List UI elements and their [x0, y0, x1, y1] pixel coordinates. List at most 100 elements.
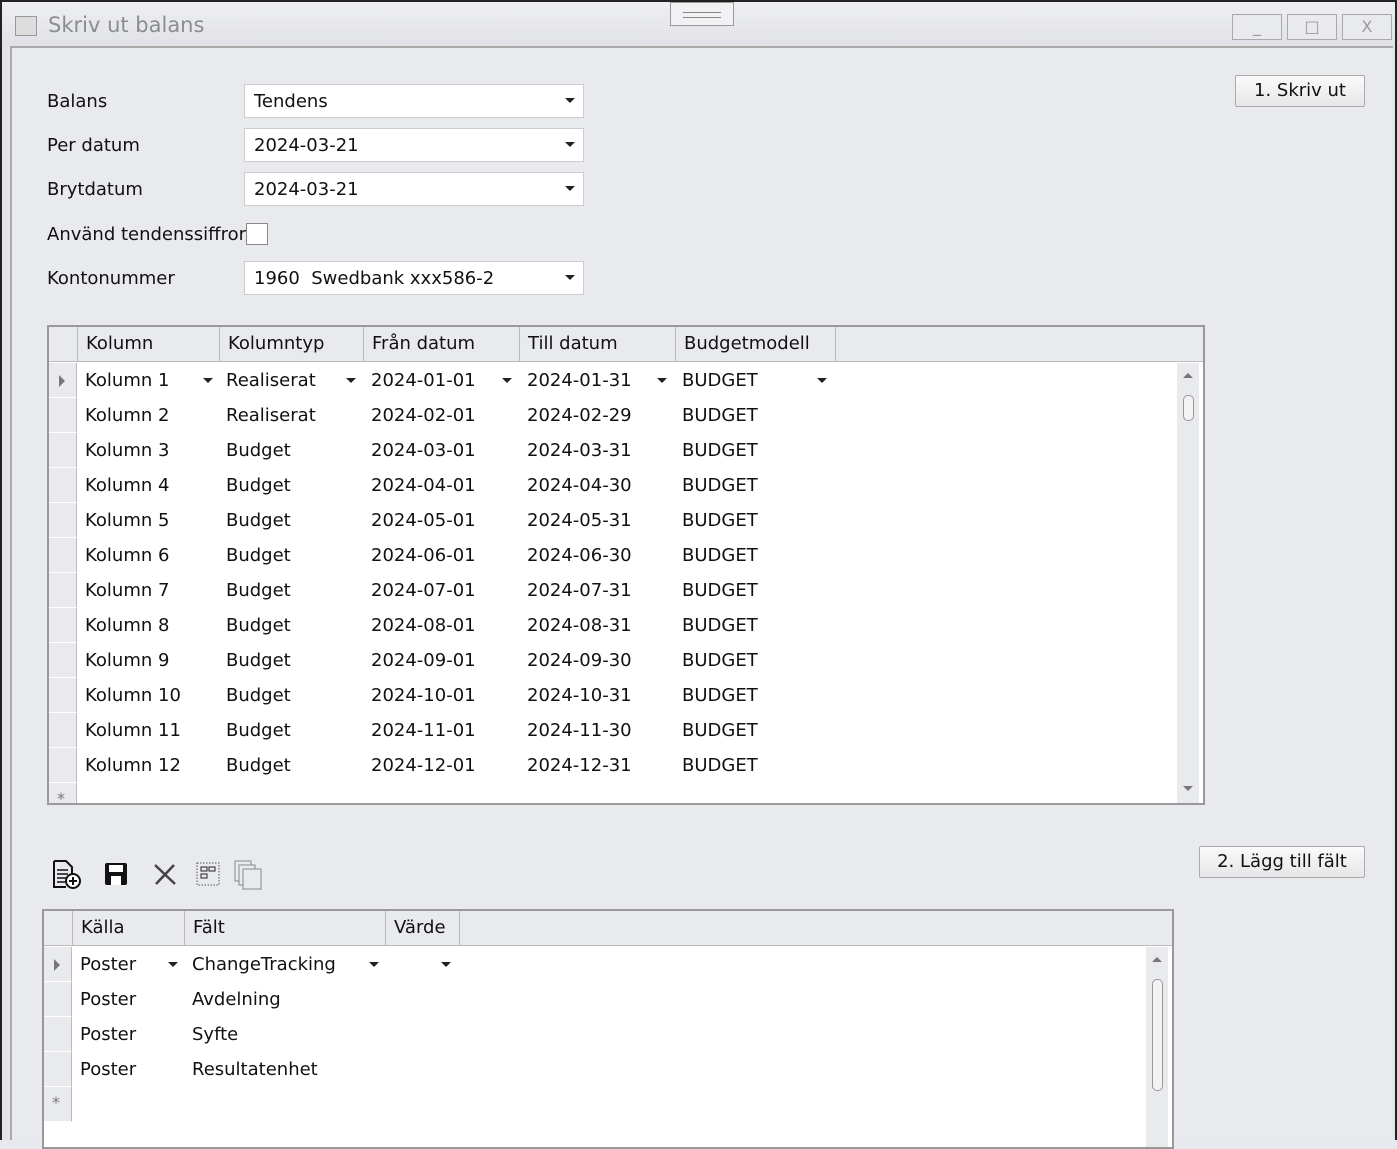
vertical-scrollbar[interactable]	[1177, 363, 1199, 803]
cell-0[interactable]: Kolumn 8	[85, 615, 169, 636]
cell-1[interactable]: Budget	[226, 545, 291, 566]
row-header[interactable]	[49, 608, 77, 643]
scrollbar-thumb[interactable]	[1183, 395, 1194, 421]
cell-2[interactable]: 2024-02-01	[371, 405, 476, 426]
cell-4[interactable]: BUDGET	[682, 580, 758, 601]
row-header[interactable]	[44, 982, 72, 1017]
fields-grid[interactable]: Källa Fält Värde Poster ChangeTracking Pos…	[42, 909, 1174, 1149]
close-button[interactable]: X	[1342, 14, 1392, 40]
cell-2[interactable]: 2024-11-01	[371, 720, 476, 741]
copy-icon[interactable]	[234, 860, 264, 890]
select-icon[interactable]	[196, 862, 220, 886]
cell-3[interactable]: 2024-11-30	[527, 720, 632, 741]
cell-0[interactable]: Kolumn 4	[85, 475, 169, 496]
cell-4[interactable]: BUDGET	[682, 650, 758, 671]
cell-4[interactable]: BUDGET	[682, 475, 758, 496]
scroll-up-icon[interactable]	[1183, 373, 1193, 378]
cell-2[interactable]: 2024-04-01	[371, 475, 476, 496]
add-field-button[interactable]: 2. Lägg till fält	[1199, 846, 1365, 878]
chevron-down-icon[interactable]	[502, 378, 512, 383]
row-header[interactable]	[49, 748, 77, 783]
chevron-down-icon[interactable]	[369, 962, 379, 967]
new-row-header[interactable]: *	[49, 783, 77, 803]
cell-0[interactable]: Poster	[80, 989, 136, 1010]
row-header[interactable]	[49, 643, 77, 678]
chevron-down-icon[interactable]	[441, 962, 451, 967]
header-varde[interactable]: Värde	[386, 911, 460, 946]
cell-4[interactable]: BUDGET	[682, 720, 758, 741]
cell-1[interactable]: Budget	[226, 720, 291, 741]
cell-0[interactable]: Kolumn 3	[85, 440, 169, 461]
cell-2[interactable]: 2024-09-01	[371, 650, 476, 671]
brytdatum-picker[interactable]: 2024-03-21	[244, 172, 584, 206]
chevron-down-icon[interactable]	[817, 378, 827, 383]
cell-4[interactable]: BUDGET	[682, 510, 758, 531]
cell-3[interactable]: 2024-08-31	[527, 615, 632, 636]
scroll-down-icon[interactable]	[1183, 786, 1193, 791]
chevron-down-icon[interactable]	[346, 378, 356, 383]
cell-2[interactable]: 2024-05-01	[371, 510, 476, 531]
cell-0[interactable]: Kolumn 10	[85, 685, 181, 706]
cell-1[interactable]: Budget	[226, 475, 291, 496]
cell-4[interactable]: BUDGET	[682, 545, 758, 566]
cell-0[interactable]: Kolumn 9	[85, 650, 169, 671]
row-header[interactable]	[49, 573, 77, 608]
chevron-down-icon[interactable]	[168, 962, 178, 967]
cell-1[interactable]: Syfte	[192, 1024, 238, 1045]
cell-2[interactable]: 2024-03-01	[371, 440, 476, 461]
per-datum-picker[interactable]: 2024-03-21	[244, 128, 584, 162]
cell-2[interactable]: 2024-07-01	[371, 580, 476, 601]
cell-0[interactable]: Poster	[80, 1059, 136, 1080]
delete-icon[interactable]	[152, 862, 178, 886]
cell-2[interactable]: 2024-01-01	[371, 370, 476, 391]
header-budgetmodell[interactable]: Budgetmodell	[676, 327, 836, 362]
cell-0[interactable]: Kolumn 7	[85, 580, 169, 601]
cell-4[interactable]: BUDGET	[682, 440, 758, 461]
cell-1[interactable]: Realiserat	[226, 370, 316, 391]
cell-3[interactable]: 2024-02-29	[527, 405, 632, 426]
cell-3[interactable]: 2024-03-31	[527, 440, 632, 461]
cell-0[interactable]: Kolumn 11	[85, 720, 181, 741]
cell-3[interactable]: 2024-01-31	[527, 370, 632, 391]
cell-1[interactable]: Budget	[226, 650, 291, 671]
cell-4[interactable]: BUDGET	[682, 685, 758, 706]
new-row-header[interactable]: *	[44, 1087, 72, 1122]
cell-3[interactable]: 2024-04-30	[527, 475, 632, 496]
chevron-down-icon[interactable]	[657, 378, 667, 383]
print-button[interactable]: 1. Skriv ut	[1235, 75, 1365, 107]
header-till-datum[interactable]: Till datum	[520, 327, 676, 362]
row-header[interactable]	[49, 538, 77, 573]
cell-1[interactable]: Budget	[226, 615, 291, 636]
save-icon[interactable]	[104, 862, 128, 886]
maximize-button[interactable]: □	[1287, 14, 1337, 40]
cell-0[interactable]: Kolumn 2	[85, 405, 169, 426]
cell-4[interactable]: BUDGET	[682, 370, 758, 391]
cell-1[interactable]: Budget	[226, 510, 291, 531]
cell-1[interactable]: Realiserat	[226, 405, 316, 426]
cell-2[interactable]: 2024-12-01	[371, 755, 476, 776]
tendens-checkbox[interactable]	[246, 223, 268, 245]
header-kolumn[interactable]: Kolumn	[78, 327, 220, 362]
vertical-scrollbar[interactable]	[1146, 947, 1168, 1147]
cell-3[interactable]: 2024-12-31	[527, 755, 632, 776]
cell-4[interactable]: BUDGET	[682, 405, 758, 426]
cell-3[interactable]: 2024-09-30	[527, 650, 632, 671]
scroll-up-icon[interactable]	[1152, 957, 1162, 962]
cell-1[interactable]: Budget	[226, 440, 291, 461]
scrollbar-thumb[interactable]	[1152, 979, 1163, 1091]
row-header[interactable]	[49, 363, 77, 398]
cell-0[interactable]: Poster	[80, 1024, 136, 1045]
row-header[interactable]	[49, 713, 77, 748]
cell-1[interactable]: ChangeTracking	[192, 954, 336, 975]
cell-0[interactable]: Kolumn 5	[85, 510, 169, 531]
row-header[interactable]	[49, 503, 77, 538]
cell-0[interactable]: Kolumn 12	[85, 755, 181, 776]
row-header[interactable]	[44, 1052, 72, 1087]
cell-4[interactable]: BUDGET	[682, 615, 758, 636]
row-header[interactable]	[49, 433, 77, 468]
row-header[interactable]	[49, 678, 77, 713]
cell-1[interactable]: Budget	[226, 685, 291, 706]
header-fran-datum[interactable]: Från datum	[364, 327, 520, 362]
header-falt[interactable]: Fält	[185, 911, 386, 946]
cell-0[interactable]: Kolumn 1	[85, 370, 169, 391]
